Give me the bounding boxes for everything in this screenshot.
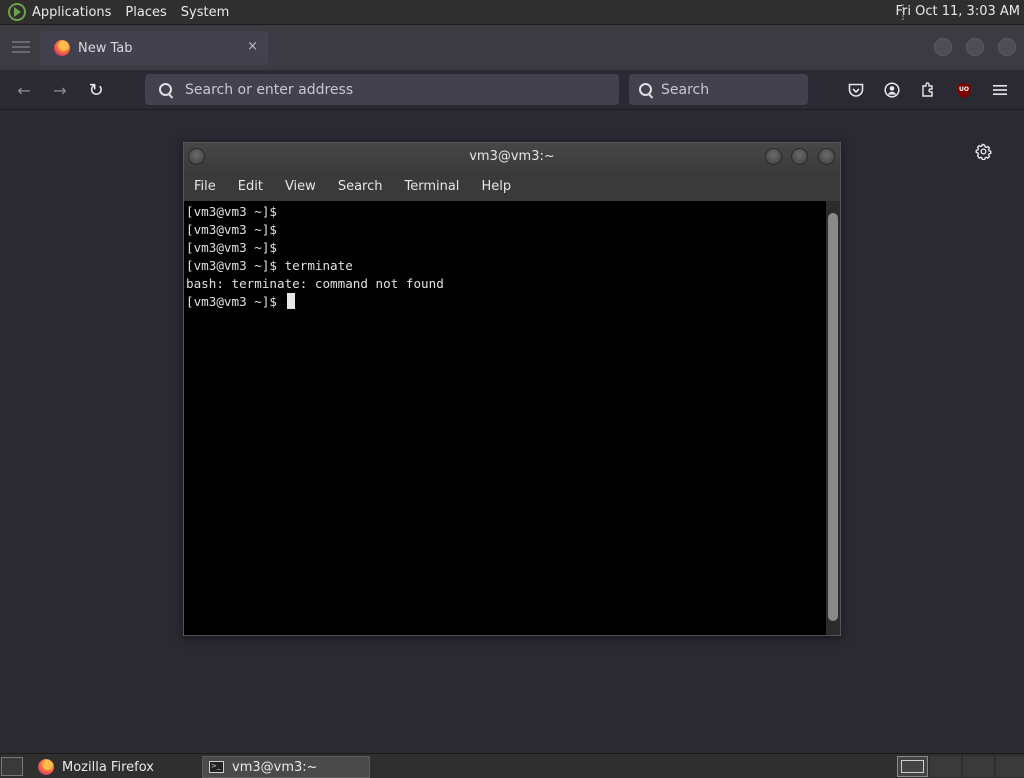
account-icon[interactable]: [881, 79, 903, 101]
taskbar-item-terminal[interactable]: >_ vm3@vm3:~: [202, 756, 370, 778]
tab-list-icon[interactable]: [8, 38, 34, 58]
search-icon: [159, 82, 173, 97]
url-bar[interactable]: Search or enter address: [145, 74, 619, 105]
reload-button[interactable]: ↻: [84, 78, 108, 102]
terminal-menubar: File Edit View Search Terminal Help: [184, 171, 840, 201]
panel-clock[interactable]: Fri Oct 11, 3:03 AM: [896, 4, 1020, 19]
workspace-4[interactable]: [996, 756, 1024, 777]
extensions-icon[interactable]: [917, 79, 939, 101]
terminal-line: [vm3@vm3 ~]$ terminate: [186, 258, 353, 273]
terminal-scrollbar[interactable]: [826, 201, 840, 635]
menu-help[interactable]: Help: [481, 179, 511, 194]
terminal-minimize-button[interactable]: [765, 148, 782, 165]
terminal-line: [vm3@vm3 ~]$: [186, 222, 277, 237]
minimize-window-button[interactable]: [934, 38, 952, 56]
terminal-close-button[interactable]: [818, 148, 835, 165]
search-bar[interactable]: Search: [629, 74, 808, 105]
browser-tab-strip: New Tab ×: [0, 25, 1024, 70]
distro-logo-icon[interactable]: [8, 3, 26, 21]
top-panel: Applications Places System Fri Oct 11, 3…: [0, 0, 1024, 25]
scrollbar-thumb[interactable]: [828, 213, 838, 621]
system-menu[interactable]: System: [181, 5, 229, 20]
close-window-button[interactable]: [998, 38, 1016, 56]
url-bar-placeholder: Search or enter address: [185, 81, 354, 98]
taskbar-item-label: Mozilla Firefox: [62, 759, 154, 775]
terminal-window[interactable]: vm3@vm3:~ File Edit View Search Terminal…: [183, 142, 841, 636]
menu-file[interactable]: File: [194, 179, 216, 194]
search-bar-placeholder: Search: [661, 81, 710, 98]
terminal-line: bash: terminate: command not found: [186, 276, 444, 291]
search-icon: [639, 82, 653, 97]
forward-button[interactable]: →: [48, 78, 72, 102]
terminal-maximize-button[interactable]: [791, 148, 808, 165]
taskbar-item-label: vm3@vm3:~: [232, 759, 318, 775]
workspace-2[interactable]: [930, 756, 961, 777]
terminal-prompt-line: [vm3@vm3 ~]$: [186, 293, 824, 311]
terminal-title: vm3@vm3:~: [469, 149, 555, 164]
show-desktop-button[interactable]: [1, 757, 23, 776]
terminal-prompt: [vm3@vm3 ~]$: [186, 294, 285, 309]
firefox-icon: [54, 40, 70, 56]
panel-menu: Applications Places System: [32, 5, 243, 20]
terminal-titlebar[interactable]: vm3@vm3:~: [184, 143, 840, 171]
taskbar-item-firefox[interactable]: Mozilla Firefox: [30, 756, 200, 778]
terminal-line: [vm3@vm3 ~]$: [186, 240, 277, 255]
gear-icon[interactable]: [975, 143, 992, 164]
menu-search[interactable]: Search: [338, 179, 383, 194]
maximize-window-button[interactable]: [966, 38, 984, 56]
firefox-icon: [38, 759, 54, 775]
menu-icon[interactable]: [989, 79, 1011, 101]
menu-view[interactable]: View: [285, 179, 316, 194]
window-menu-button[interactable]: [188, 148, 205, 165]
terminal-line: [vm3@vm3 ~]$: [186, 204, 277, 219]
tab-new-tab[interactable]: New Tab ×: [40, 31, 268, 65]
places-menu[interactable]: Places: [125, 5, 166, 20]
ublock-label: UO: [959, 86, 969, 93]
workspace-1[interactable]: [897, 756, 928, 777]
text-cursor: [286, 293, 295, 309]
workspace-3[interactable]: [963, 756, 994, 777]
menu-terminal[interactable]: Terminal: [404, 179, 459, 194]
tab-title: New Tab: [78, 40, 133, 56]
terminal-icon: >_: [209, 761, 224, 773]
bottom-taskbar: Mozilla Firefox >_ vm3@vm3:~: [0, 753, 1024, 778]
applications-menu[interactable]: Applications: [32, 5, 111, 20]
pocket-icon[interactable]: [845, 79, 867, 101]
browser-nav-bar: ← → ↻ Search or enter address Search UO: [0, 70, 1024, 110]
ublock-origin-icon[interactable]: UO: [953, 79, 975, 101]
tab-close-icon[interactable]: ×: [247, 39, 258, 54]
menu-edit[interactable]: Edit: [238, 179, 263, 194]
terminal-screen[interactable]: [vm3@vm3 ~]$ [vm3@vm3 ~]$ [vm3@vm3 ~]$ [vm3…: [184, 201, 826, 635]
back-button[interactable]: ←: [12, 78, 36, 102]
